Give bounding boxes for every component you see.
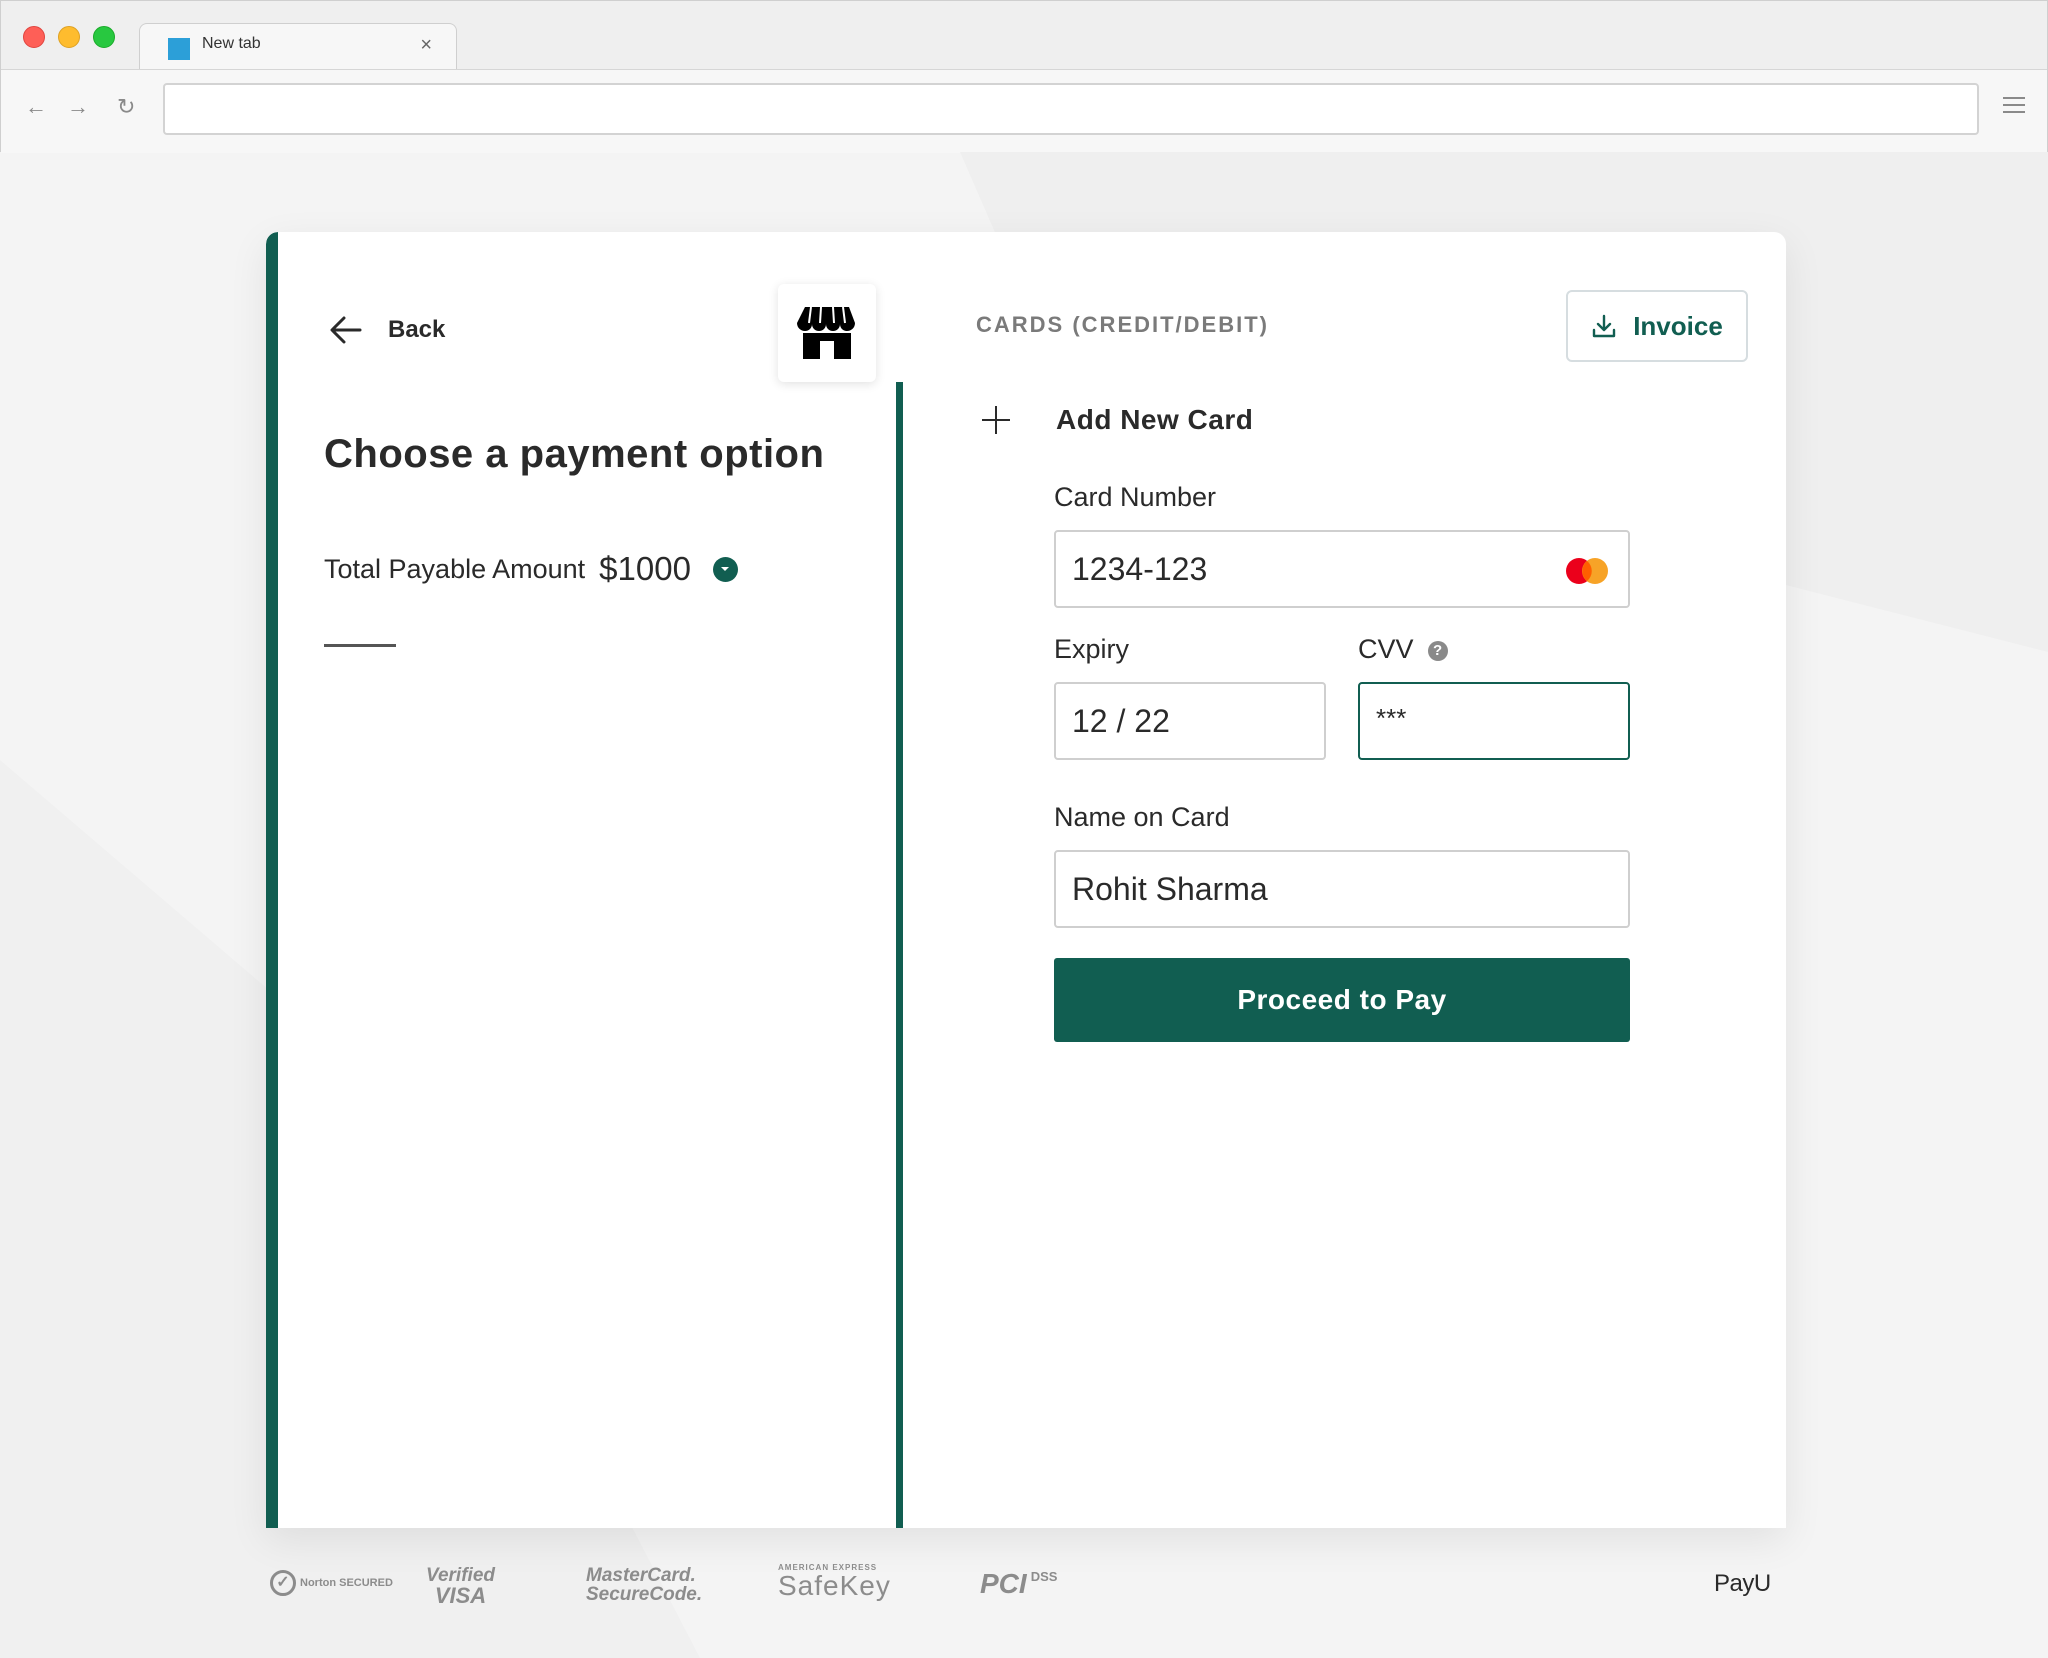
- expiry-label: Expiry: [1054, 634, 1130, 664]
- mastercard-icon: [1566, 558, 1608, 584]
- address-bar[interactable]: [163, 83, 1979, 135]
- minimize-window-button[interactable]: [58, 26, 80, 48]
- visa-bottom-text: VISA: [434, 1583, 487, 1608]
- cvv-label-row: CVV?: [1358, 634, 1448, 665]
- back-button[interactable]: Back: [328, 312, 445, 348]
- expiry-value: 12 / 22: [1072, 702, 1170, 739]
- divider-line: [324, 644, 396, 647]
- left-panel: Back Choose a payment option Total Payab…: [278, 232, 896, 1528]
- tab-strip: New tab ×: [1, 1, 2047, 71]
- norton-logo: ✓ Norton SECURED: [270, 1570, 393, 1596]
- card-number-label: Card Number: [1054, 482, 1217, 512]
- dss-text: DSS: [1030, 1569, 1058, 1584]
- mastercard-securecode-logo: MasterCard. SecureCode.: [586, 1566, 702, 1604]
- card-number-value: 1234-123: [1072, 550, 1208, 587]
- name-on-card-label: Name on Card: [1054, 802, 1230, 832]
- amex-safekey-logo: AMERICAN EXPRESS SafeKey: [778, 1564, 891, 1600]
- back-label: Back: [388, 316, 446, 343]
- invoice-label: Invoice: [1633, 310, 1723, 341]
- name-on-card-value: Rohit Sharma: [1072, 870, 1268, 907]
- merchant-logo: [778, 284, 876, 382]
- store-icon: [797, 306, 855, 359]
- cvv-value: ***: [1376, 702, 1407, 733]
- page-title: Choose a payment option: [324, 432, 825, 476]
- tab-title: New tab: [202, 35, 261, 52]
- payment-card: Back Choose a payment option Total Payab…: [266, 232, 1786, 1528]
- close-window-button[interactable]: [23, 26, 45, 48]
- safekey-text: SafeKey: [778, 1570, 891, 1601]
- verified-by-visa-logo: Verified VISA: [426, 1566, 495, 1607]
- favicon-icon: [168, 38, 190, 60]
- mc-top-text: MasterCard.: [586, 1565, 696, 1586]
- browser-chrome: New tab × ← → ↻: [0, 0, 2048, 153]
- plus-icon: [982, 406, 1010, 434]
- check-icon: ✓: [270, 1570, 296, 1596]
- back-arrow-icon[interactable]: ←: [25, 94, 47, 120]
- chevron-down-icon: [721, 567, 730, 571]
- amount-label: Total Payable Amount: [324, 553, 586, 584]
- trust-logos: ✓ Norton SECURED Verified VISA MasterCar…: [266, 1560, 1786, 1620]
- add-new-card-button[interactable]: Add New Card: [982, 404, 1253, 436]
- download-icon: [1593, 314, 1616, 338]
- total-amount-row: Total Payable Amount $1000: [324, 550, 738, 588]
- left-accent-bar: [266, 232, 278, 1528]
- norton-text: Norton SECURED: [300, 1576, 393, 1589]
- tab-close-icon[interactable]: ×: [420, 34, 432, 56]
- cvv-label: CVV: [1358, 634, 1414, 664]
- reload-icon[interactable]: ↻: [117, 94, 135, 120]
- cvv-input[interactable]: ***: [1358, 682, 1630, 760]
- browser-tab[interactable]: New tab ×: [139, 23, 457, 71]
- invoice-button[interactable]: Invoice: [1566, 290, 1748, 362]
- proceed-to-pay-button[interactable]: Proceed to Pay: [1054, 958, 1630, 1042]
- forward-arrow-icon[interactable]: →: [67, 94, 89, 120]
- pci-text: PCI: [980, 1568, 1027, 1599]
- mc-bottom-text: SecureCode.: [586, 1584, 703, 1605]
- maximize-window-button[interactable]: [93, 26, 115, 48]
- add-new-card-label: Add New Card: [1056, 404, 1254, 435]
- help-icon[interactable]: ?: [1427, 640, 1448, 661]
- hamburger-menu-icon[interactable]: [2003, 97, 2025, 118]
- card-number-input[interactable]: 1234-123: [1054, 530, 1630, 608]
- arrow-left-icon: [330, 316, 362, 344]
- payu-logo: PayU: [1714, 1570, 1771, 1597]
- name-on-card-input[interactable]: Rohit Sharma: [1054, 850, 1630, 928]
- browser-toolbar: ← → ↻: [1, 69, 2047, 153]
- expiry-input[interactable]: 12 / 22: [1054, 682, 1326, 760]
- section-title: CARDS (CREDIT/DEBIT): [976, 312, 1269, 337]
- amount-details-toggle[interactable]: [712, 556, 738, 582]
- amount-value: $1000: [599, 550, 691, 587]
- panel-divider: [896, 382, 903, 1528]
- pci-dss-logo: PCI DSS: [980, 1570, 1057, 1598]
